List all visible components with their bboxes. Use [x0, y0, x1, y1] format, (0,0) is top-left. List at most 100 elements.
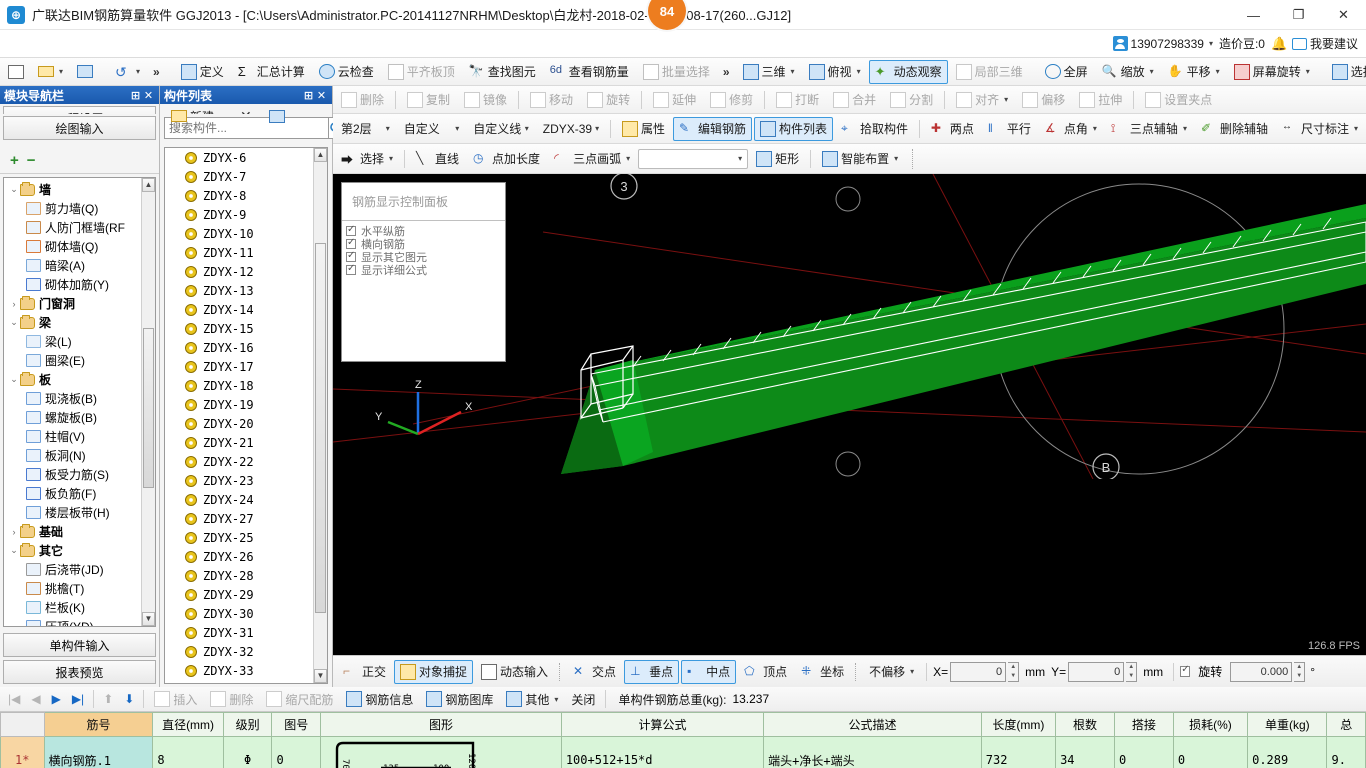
- tree-item-10[interactable]: ⌄ 板: [4, 370, 155, 389]
- list-item[interactable]: ZDYX-23: [165, 471, 313, 490]
- cell-lap[interactable]: 0: [1113, 736, 1174, 768]
- floor-selector[interactable]: 第2层 ▾: [335, 117, 396, 141]
- maximize-button[interactable]: ❐: [1276, 0, 1321, 30]
- list-item[interactable]: ZDYX-18: [165, 376, 313, 395]
- th-loss[interactable]: 损耗(%): [1172, 712, 1249, 737]
- snap-midpoint[interactable]: ▪ 中点: [681, 659, 737, 684]
- chevron-right-icon[interactable]: ›: [8, 299, 20, 309]
- collapse-all-icon[interactable]: −: [27, 152, 36, 169]
- close-table-button[interactable]: 关闭: [565, 687, 601, 711]
- list-item[interactable]: ZDYX-31: [165, 623, 313, 642]
- offset-mode-selector[interactable]: 不偏移 ▾: [863, 660, 920, 684]
- chevron-down-icon[interactable]: ⌄: [8, 545, 20, 556]
- cell-rebar-no[interactable]: 横向钢筋.1: [43, 736, 154, 768]
- th-formula[interactable]: 计算公式: [560, 712, 765, 737]
- list-item[interactable]: ZDYX-32: [165, 642, 313, 661]
- snap-coordinate[interactable]: ⁜ 坐标: [795, 660, 850, 684]
- move-down-button[interactable]: ⬇: [119, 692, 139, 706]
- list-item[interactable]: ZDYX-17: [165, 357, 313, 376]
- component-close-icon[interactable]: ✕: [315, 89, 328, 102]
- th-diameter[interactable]: 直径(mm): [152, 712, 224, 737]
- chevron-down-icon[interactable]: ⌄: [8, 317, 20, 328]
- list-item[interactable]: ZDYX-20: [165, 414, 313, 433]
- nav-close-icon[interactable]: ✕: [142, 89, 155, 102]
- tb-pan[interactable]: ✋ 平移 ▾: [1162, 60, 1226, 84]
- scroll-up-icon[interactable]: ▲: [142, 178, 155, 192]
- list-item[interactable]: ZDYX-14: [165, 300, 313, 319]
- tree-item-21[interactable]: 挑檐(T): [4, 579, 155, 598]
- prev-record-button[interactable]: ◀: [26, 692, 45, 706]
- snap-intersection[interactable]: ✕ 交点: [567, 660, 622, 684]
- cell-loss[interactable]: 0: [1172, 736, 1249, 768]
- tb-3d-view[interactable]: 三维 ▾: [737, 60, 801, 84]
- cell-description[interactable]: 端头+净长+端头: [763, 736, 982, 768]
- next-record-button[interactable]: ▶: [47, 692, 66, 706]
- undo-button[interactable]: ↺ ▾: [109, 60, 146, 84]
- cell-unit-weight[interactable]: 0.289: [1247, 736, 1328, 768]
- list-item[interactable]: ZDYX-10: [165, 224, 313, 243]
- save-file-button[interactable]: [71, 60, 99, 84]
- rebar-library-button[interactable]: 钢筋图库: [420, 687, 499, 711]
- tree-item-6[interactable]: › 门窗洞: [4, 294, 155, 313]
- nav-button-report-preview[interactable]: 报表预览: [3, 660, 156, 684]
- checkbox-icon[interactable]: [346, 250, 356, 262]
- x-input[interactable]: 0: [950, 661, 1007, 682]
- list-item[interactable]: ZDYX-22: [165, 452, 313, 471]
- tree-item-2[interactable]: 人防门框墙(RF: [4, 218, 155, 237]
- points-label[interactable]: 造价豆:0: [1219, 35, 1265, 52]
- th-count[interactable]: 根数: [1055, 712, 1115, 737]
- list-item[interactable]: ZDYX-11: [165, 243, 313, 262]
- component-scrollbar[interactable]: ▲ ▼: [313, 148, 327, 683]
- th-total-weight[interactable]: 总: [1326, 712, 1366, 737]
- tb-parallel[interactable]: ‖ 平行: [982, 117, 1037, 141]
- list-item[interactable]: ZDYX-19: [165, 395, 313, 414]
- list-item[interactable]: ZDYX-30: [165, 604, 313, 623]
- chevron-right-icon[interactable]: ›: [8, 527, 20, 537]
- rotate-input[interactable]: 0.000: [1230, 661, 1293, 682]
- checkbox-icon[interactable]: [346, 237, 356, 249]
- type-selector[interactable]: 自定义线 ▾: [467, 117, 534, 141]
- cell-grade[interactable]: Φ: [222, 736, 273, 768]
- expand-all-icon[interactable]: +: [10, 152, 19, 169]
- scroll-down-icon[interactable]: ▼: [314, 669, 327, 683]
- tb-line-tool[interactable]: ╲ 直线: [410, 147, 465, 171]
- list-item[interactable]: ZDYX-15: [165, 319, 313, 338]
- cell-formula[interactable]: 100+512+15*d: [560, 736, 765, 768]
- tb-three-point-arc-tool[interactable]: ◜ 三点画弧 ▾: [548, 147, 636, 171]
- tb-delete-axis[interactable]: ✐ 删除辅轴: [1195, 117, 1274, 141]
- th-lap[interactable]: 搭接: [1113, 712, 1174, 737]
- cell-index[interactable]: 1*: [0, 736, 45, 768]
- snap-ortho[interactable]: ⌐ 正交: [337, 660, 392, 684]
- th-length[interactable]: 长度(mm): [980, 712, 1057, 737]
- list-item[interactable]: ZDYX-33: [165, 661, 313, 680]
- snap-vertex[interactable]: ⬠ 顶点: [738, 660, 793, 684]
- notification-badge[interactable]: 84: [648, 0, 686, 30]
- list-item[interactable]: ZDYX-28: [165, 566, 313, 585]
- list-item[interactable]: ZDYX-34: [165, 680, 313, 684]
- cell-shape[interactable]: 70 120 135 57 100: [320, 736, 562, 768]
- tree-item-0[interactable]: ⌄ 墙: [4, 180, 155, 199]
- notification-bell[interactable]: 🔔: [1271, 36, 1287, 51]
- snap-perpendicular[interactable]: ⊥ 垂点: [624, 659, 680, 684]
- tree-item-18[interactable]: › 基础: [4, 522, 155, 541]
- list-item[interactable]: ZDYX-25: [165, 528, 313, 547]
- tree-item-13[interactable]: 柱帽(V): [4, 427, 155, 446]
- th-shape[interactable]: 图形: [320, 712, 562, 737]
- list-item[interactable]: ZDYX-26: [165, 547, 313, 566]
- last-record-button[interactable]: ▶|: [67, 692, 89, 706]
- tb-cloud-check[interactable]: 云检查: [313, 60, 380, 84]
- tree-item-12[interactable]: 螺旋板(B): [4, 408, 155, 427]
- checkbox-icon[interactable]: [346, 263, 356, 275]
- other-button[interactable]: 其他 ▾: [500, 687, 564, 711]
- list-item[interactable]: ZDYX-9: [165, 205, 313, 224]
- cell-diameter[interactable]: 8: [152, 736, 224, 768]
- tb-point-angle[interactable]: ∡ 点角 ▾: [1039, 117, 1103, 141]
- suggest-button[interactable]: 我要建议: [1291, 35, 1358, 52]
- tree-item-1[interactable]: 剪力墙(Q): [4, 199, 155, 218]
- th-shape-no[interactable]: 图号: [271, 712, 322, 737]
- 3d-canvas[interactable]: 3 B Z Y X 钢筋显示控制面板 ✓ 水平纵筋 ✓ 横向钢筋 ✓ 显示其它图…: [333, 174, 1366, 655]
- cell-count[interactable]: 34: [1055, 736, 1115, 768]
- tb-orbit[interactable]: ✦ 动态观察: [868, 59, 948, 84]
- list-item[interactable]: ZDYX-13: [165, 281, 313, 300]
- category-selector[interactable]: 自定义 ▾: [398, 117, 465, 141]
